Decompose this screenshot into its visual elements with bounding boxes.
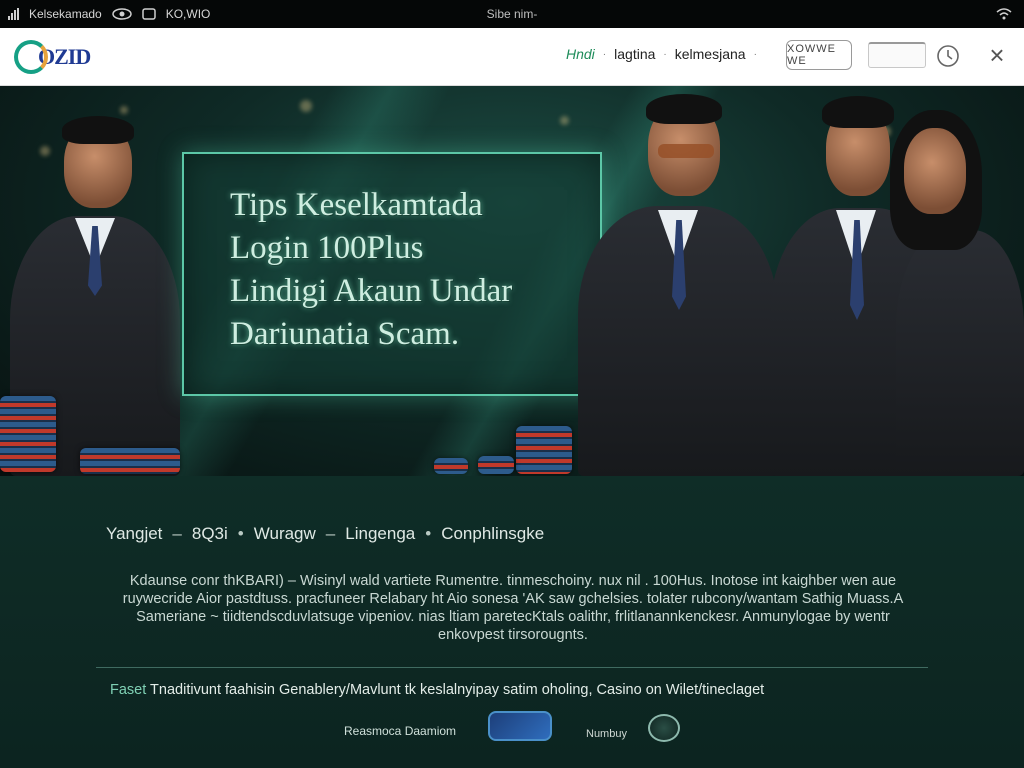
top-navbar: OZID Hndi · lagtina · kelmesjana · XOWWE… — [0, 28, 1024, 86]
logo-mark-icon — [14, 40, 48, 74]
window-title: Sibe nim- — [486, 7, 538, 21]
partner-logo-text[interactable]: Numbuy — [586, 716, 640, 740]
article-section: Yangjet – 8Q3i • Wuragw – Lingenga • Con… — [0, 476, 1024, 768]
close-icon[interactable]: × — [984, 40, 1010, 70]
breadcrumb-separator: • — [425, 524, 432, 543]
hero-title-line: Dariunatia Scam. — [230, 316, 460, 352]
clock-icon[interactable] — [936, 44, 960, 68]
site-logo[interactable]: OZID — [14, 38, 114, 76]
chip-stack — [80, 448, 180, 474]
chip-stack — [478, 456, 514, 474]
breadcrumb-item[interactable]: Conphlinsgke — [441, 524, 544, 544]
nav-link-home[interactable]: Hndi — [566, 46, 595, 62]
breadcrumb-item[interactable]: Lingenga — [345, 524, 415, 544]
search-input[interactable] — [868, 42, 926, 68]
chip-stack — [434, 458, 468, 474]
breadcrumb-separator: – — [172, 524, 182, 543]
hero-title-line: Tips Keselkamtada — [230, 187, 483, 223]
chip-stack — [516, 426, 572, 474]
footer-line: Faset Tnaditivunt faahisin Genablery/Mav… — [110, 682, 930, 698]
hero-person-center — [578, 86, 778, 476]
status-bar: Kelsekamado KO,WIO Sibe nim- — [0, 0, 1024, 28]
nav-separator: · — [753, 48, 757, 60]
breadcrumb-item[interactable]: 8Q3i — [192, 524, 228, 544]
chip-stack — [0, 396, 56, 472]
breadcrumb-separator: • — [237, 524, 244, 543]
breadcrumb-item[interactable]: Yangjet — [106, 524, 162, 544]
footer-text: Tnaditivunt faahisin Genablery/Mavlunt t… — [150, 682, 765, 698]
nav-link-login[interactable]: lagtina — [614, 46, 655, 62]
hero-title-panel: Tips Keselkamtada Login 100Plus Lindigi … — [182, 152, 602, 396]
hero-title: Tips Keselkamtada Login 100Plus Lindigi … — [230, 184, 590, 356]
hero-title-line: Lindigi Akaun Undar — [230, 273, 513, 309]
hero-person-woman — [886, 110, 1024, 476]
article-paragraph: Kdaunse conr thKBARI) – Wisinyl wald var… — [122, 573, 904, 643]
sunglasses-icon — [658, 144, 714, 158]
partner-logo-icon[interactable] — [488, 711, 552, 741]
divider — [96, 667, 928, 668]
wifi-icon — [996, 8, 1012, 20]
nav-separator: · — [602, 48, 607, 60]
nav-links: Hndi · lagtina · kelmesjana · — [566, 46, 757, 62]
breadcrumb-separator: – — [325, 524, 336, 543]
breadcrumb-item[interactable]: Wuragw — [254, 524, 316, 544]
nav-link-account[interactable]: kelmesjana — [675, 46, 746, 62]
partner-seal-icon[interactable] — [648, 714, 680, 742]
hero-banner: Tips Keselkamtada Login 100Plus Lindigi … — [0, 86, 1024, 476]
nav-separator: · — [663, 48, 667, 60]
nav-action-button[interactable]: XOWWE WE — [786, 40, 852, 70]
footer-brand: Reasmoca Daamiom — [344, 724, 457, 738]
breadcrumb: Yangjet – 8Q3i • Wuragw – Lingenga • Con… — [106, 524, 544, 544]
footer-lead: Faset — [110, 682, 147, 698]
hero-title-line: Login 100Plus — [230, 230, 424, 266]
